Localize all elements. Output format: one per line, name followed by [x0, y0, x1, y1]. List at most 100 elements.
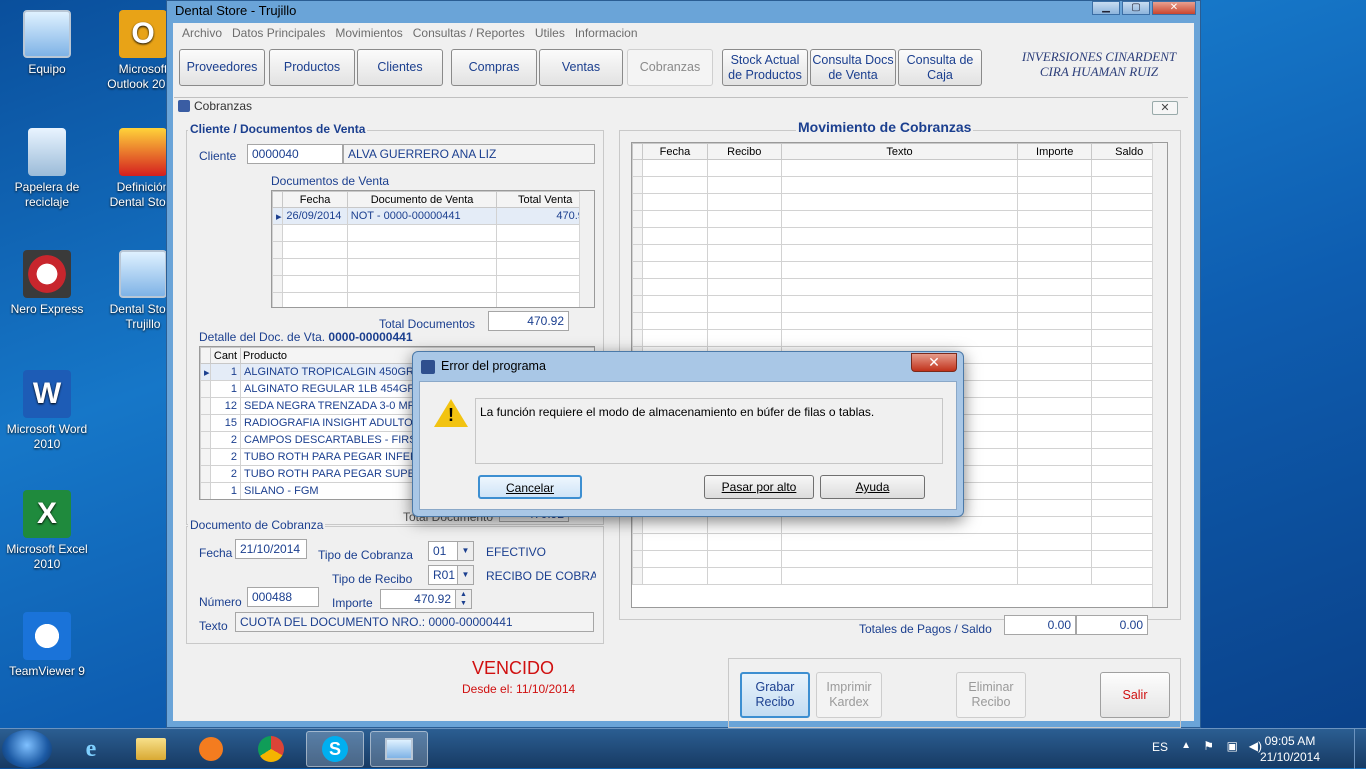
menu-informacion[interactable]: Informacion: [570, 26, 643, 40]
importe-label: Importe: [332, 596, 373, 610]
show-desktop-button[interactable]: [1354, 729, 1366, 769]
start-button[interactable]: [2, 730, 52, 768]
folder-icon[interactable]: [122, 731, 180, 767]
table-row[interactable]: [272, 292, 594, 307]
texto-field[interactable]: CUOTA DEL DOCUMENTO NRO.: 0000-00000441: [235, 612, 594, 632]
ie-icon[interactable]: e: [62, 731, 120, 767]
fecha-field[interactable]: 21/10/2014: [235, 539, 307, 559]
cliente-code-field[interactable]: 0000040: [247, 144, 343, 164]
table-row[interactable]: [272, 258, 594, 276]
spinner-icon[interactable]: ▲ ▼: [455, 590, 471, 608]
proveedores-button[interactable]: Proveedores: [179, 49, 265, 86]
importe-field[interactable]: 470.92 ▲ ▼: [380, 589, 472, 609]
menu-movimientos[interactable]: Movimientos: [330, 26, 407, 40]
movimiento-title: Movimiento de Cobranzas: [796, 119, 974, 135]
chevron-down-icon[interactable]: ▼: [457, 542, 473, 560]
table-row[interactable]: [632, 176, 1167, 194]
table-row[interactable]: [632, 244, 1167, 262]
docs-grid[interactable]: Fecha Documento de Venta Total Venta ▸ 2…: [271, 190, 595, 308]
menu-archivo[interactable]: Archivo: [177, 26, 227, 40]
table-row[interactable]: [272, 241, 594, 259]
productos-button[interactable]: Productos: [269, 49, 355, 86]
clientes-button[interactable]: Clientes: [357, 49, 443, 86]
desktop-icon-teamviewer[interactable]: TeamViewer 9: [2, 612, 92, 679]
language-indicator[interactable]: ES: [1152, 740, 1168, 754]
dialog-close-button[interactable]: ✕: [911, 353, 957, 372]
cobranzas-button[interactable]: Cobranzas: [627, 49, 713, 86]
col-recibo[interactable]: Recibo: [706, 143, 782, 160]
window-controls: ▁ ▢ ✕: [1090, 1, 1196, 15]
col-fecha[interactable]: Fecha: [642, 143, 708, 160]
cancel-button[interactable]: Cancelar: [478, 475, 582, 499]
total-docs-label: Total Documentos: [379, 317, 476, 331]
table-row[interactable]: [272, 224, 594, 242]
table-row[interactable]: [632, 227, 1167, 245]
table-row[interactable]: [632, 278, 1167, 296]
consulta-caja-button[interactable]: Consulta de Caja: [898, 49, 982, 86]
eliminar-recibo-button[interactable]: Eliminar Recibo: [956, 672, 1026, 718]
compras-button[interactable]: Compras: [451, 49, 537, 86]
table-row[interactable]: [632, 312, 1167, 330]
table-row[interactable]: [632, 567, 1167, 585]
form-close-button[interactable]: ✕: [1152, 101, 1178, 115]
table-row[interactable]: ▸ 26/09/2014 NOT - 0000-00000441 470.92: [272, 207, 594, 225]
dental-store-taskbar-icon[interactable]: [370, 731, 428, 767]
desktop-icon-papelera[interactable]: Papelera de reciclaje: [2, 128, 92, 210]
menu-consultas[interactable]: Consultas / Reportes: [408, 26, 530, 40]
table-row[interactable]: [632, 159, 1167, 177]
col-importe[interactable]: Importe: [1016, 143, 1093, 160]
network-icon[interactable]: ▣: [1227, 739, 1238, 753]
error-dialog: Error del programa ✕ ! La función requie…: [412, 351, 964, 517]
col-fecha[interactable]: Fecha: [282, 191, 348, 208]
clock[interactable]: 09:05 AM 21/10/2014: [1260, 734, 1320, 764]
cliente-label: Cliente: [199, 149, 237, 163]
table-row[interactable]: [632, 295, 1167, 313]
movimiento-scrollbar[interactable]: [1152, 143, 1167, 607]
help-button[interactable]: Ayuda: [820, 475, 925, 499]
table-row[interactable]: [632, 210, 1167, 228]
ignore-button[interactable]: Pasar por alto: [704, 475, 814, 499]
tray-expand-icon[interactable]: ▲: [1181, 740, 1191, 751]
numero-field[interactable]: 000488: [247, 587, 319, 607]
table-row[interactable]: [632, 550, 1167, 568]
table-row[interactable]: [632, 193, 1167, 211]
desktop-icon-nero[interactable]: Nero Express: [2, 250, 92, 317]
desktop-icon-equipo[interactable]: Equipo: [2, 10, 92, 77]
detalle-doc-number: 0000-00000441: [328, 330, 413, 344]
monitor-icon: [119, 250, 167, 298]
tipo-recibo-select[interactable]: R01 ▼: [428, 565, 474, 585]
menu-datos-principales[interactable]: Datos Principales: [227, 26, 330, 40]
media-player-icon[interactable]: [182, 731, 240, 767]
table-row[interactable]: [632, 261, 1167, 279]
maximize-button[interactable]: ▢: [1122, 1, 1150, 15]
salir-button[interactable]: Salir: [1100, 672, 1170, 718]
status-vencido: VENCIDO: [472, 658, 555, 678]
table-row[interactable]: [632, 516, 1167, 534]
minimize-button[interactable]: ▁: [1092, 1, 1120, 15]
cell-fecha: 26/09/2014: [282, 207, 348, 225]
desktop-icon-excel[interactable]: X Microsoft Excel 2010: [2, 490, 92, 572]
tipo-cobranza-select[interactable]: 01 ▼: [428, 541, 474, 561]
desktop-icon-word[interactable]: W Microsoft Word 2010: [2, 370, 92, 452]
dialog-body: ! La función requiere el modo de almacen…: [419, 381, 957, 510]
stock-actual-button[interactable]: Stock Actual de Productos: [722, 49, 808, 86]
flag-icon[interactable]: ⚑: [1203, 739, 1214, 753]
close-button[interactable]: ✕: [1152, 1, 1196, 15]
chrome-icon[interactable]: [242, 731, 300, 767]
table-row[interactable]: [632, 533, 1167, 551]
table-row[interactable]: [272, 275, 594, 293]
docs-scrollbar[interactable]: [579, 191, 594, 307]
consulta-docs-button[interactable]: Consulta Docs de Venta: [810, 49, 896, 86]
menu-utiles[interactable]: Utiles: [530, 26, 570, 40]
col-documento[interactable]: Documento de Venta: [346, 191, 498, 208]
col-cant[interactable]: Cant: [210, 347, 241, 364]
docs-label: Documentos de Venta: [271, 174, 390, 188]
col-texto[interactable]: Texto: [781, 143, 1018, 160]
table-row[interactable]: [632, 329, 1167, 347]
chevron-down-icon[interactable]: ▼: [457, 566, 473, 584]
imprimir-kardex-button[interactable]: Imprimir Kardex: [816, 672, 882, 718]
ventas-button[interactable]: Ventas: [539, 49, 623, 86]
desktop-icon-label: Equipo: [28, 62, 66, 76]
skype-icon[interactable]: S: [306, 731, 364, 767]
grabar-recibo-button[interactable]: Grabar Recibo: [740, 672, 810, 718]
